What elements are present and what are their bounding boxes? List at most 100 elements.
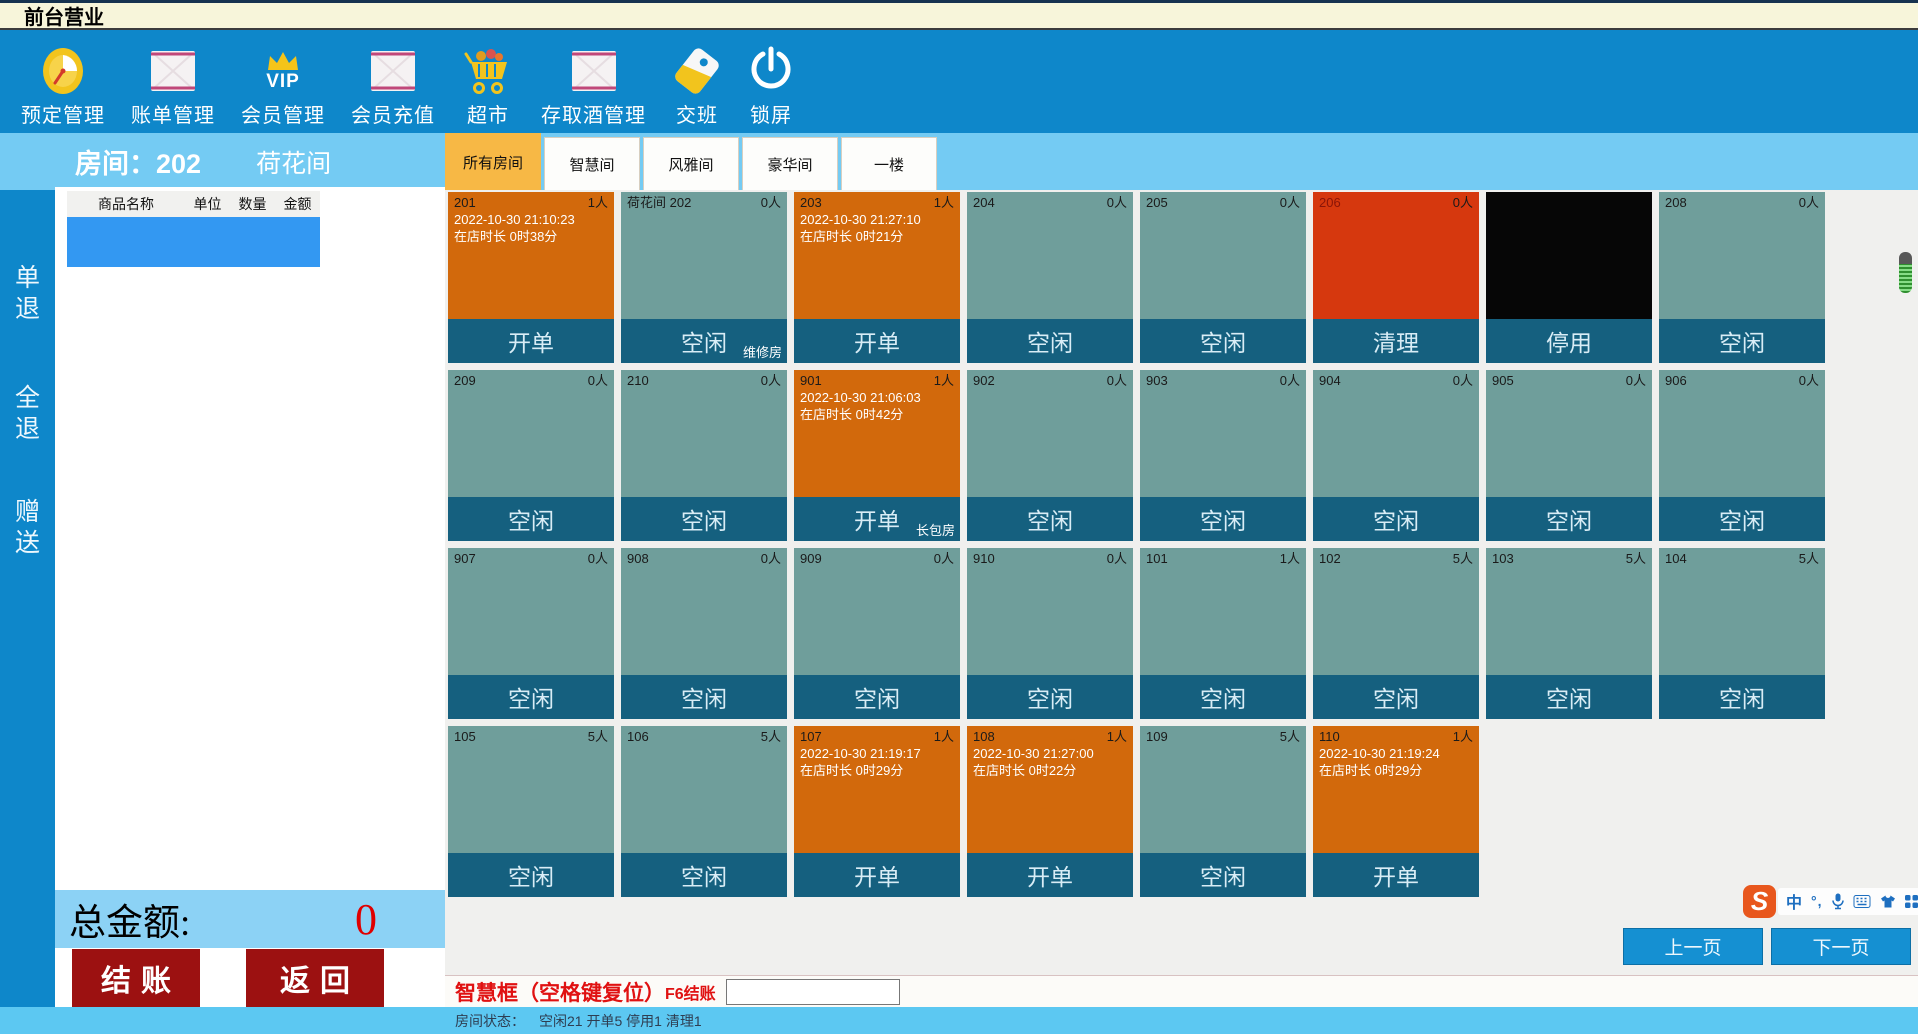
room-cell-103[interactable]: 1035人空闲 [1486, 548, 1652, 719]
current-room-name: 荷花间 [256, 144, 331, 180]
toolbar-item-power[interactable]: 锁屏 [735, 30, 807, 128]
room-cell-907[interactable]: 9070人空闲 [448, 548, 614, 719]
toolbar-item-tag[interactable]: 交班 [659, 30, 735, 128]
room-cell-106[interactable]: 106 5人空闲 [621, 726, 787, 897]
toolbar-item-recharge[interactable]: 会员充值 [338, 30, 448, 128]
room-status-footer: 开单 [794, 853, 960, 897]
room-number: 103 [1492, 551, 1514, 567]
room-cell-102[interactable]: 1025人空闲 [1313, 548, 1479, 719]
room-cell-104[interactable]: 1045人空闲 [1659, 548, 1825, 719]
room-cell-110[interactable]: 1101人2022-10-30 21:19:24在店时长 0时29分开单 [1313, 726, 1479, 897]
room-status-label: 空闲 [1546, 680, 1592, 714]
room-number: 208 [1665, 195, 1687, 211]
room-cell-204[interactable]: 2040人空闲 [967, 192, 1133, 363]
order-table-selected-row[interactable] [67, 217, 320, 267]
room-cell-108[interactable]: 1081人2022-10-30 21:27:00在店时长 0时22分开单 [967, 726, 1133, 897]
side-action-2[interactable]: 赠 送 [0, 497, 55, 559]
room-cell-body: 1081人2022-10-30 21:27:00在店时长 0时22分 [967, 726, 1133, 853]
vertical-scrollbar-thumb[interactable] [1899, 252, 1912, 293]
room-status-label: 空闲 [1200, 502, 1246, 536]
room-cell-203[interactable]: 2031人2022-10-30 21:27:10在店时长 0时21分开单 [794, 192, 960, 363]
room-cell-909[interactable]: 9090人空闲 [794, 548, 960, 719]
room-cell-205[interactable]: 2050人空闲 [1140, 192, 1306, 363]
room-cell-210[interactable]: 2100人空闲 [621, 370, 787, 541]
room-stay-duration: 在店时长 0时29分 [1319, 762, 1473, 779]
zh-icon[interactable]: 中 [1786, 889, 1802, 913]
room-cell-901[interactable]: 9011人2022-10-30 21:06:03在店时长 0时42分开单长包房 [794, 370, 960, 541]
room-cell-209[interactable]: 2090人空闲 [448, 370, 614, 541]
prev-page-button[interactable]: 上一页 [1623, 928, 1763, 965]
tab-3[interactable]: 豪华间 [742, 137, 838, 190]
room-cell-902[interactable]: 9020人空闲 [967, 370, 1133, 541]
room-cell-body: 9011人2022-10-30 21:06:03在店时长 0时42分 [794, 370, 960, 497]
room-checkin-time: 2022-10-30 21:19:17 [800, 745, 954, 762]
room-status-label: 空闲 [1373, 502, 1419, 536]
room-cell-208[interactable]: 2080人空闲 [1659, 192, 1825, 363]
scrollbar-grip [1899, 264, 1912, 293]
side-action-1[interactable]: 全 退 [0, 383, 55, 445]
skin-icon[interactable] [1880, 895, 1896, 908]
toolbar-item-bill[interactable]: 账单管理 [118, 30, 228, 128]
apps-icon[interactable] [1905, 895, 1918, 908]
recharge-icon [368, 38, 418, 104]
tab-4[interactable]: 一楼 [841, 137, 937, 190]
room-cell-body [1486, 192, 1652, 319]
ime-logo-icon[interactable]: S [1743, 885, 1776, 918]
toolbar-item-cart[interactable]: 超市 [448, 30, 528, 128]
next-page-button[interactable]: 下一页 [1771, 928, 1911, 965]
room-cell-903[interactable]: 9030人空闲 [1140, 370, 1306, 541]
side-action-0[interactable]: 单 退 [0, 263, 55, 325]
toolbar-item-clock[interactable]: 预定管理 [8, 30, 118, 128]
back-button[interactable]: 返回 [246, 949, 384, 1007]
room-cell-101[interactable]: 1011人空闲 [1140, 548, 1306, 719]
room-number: 907 [454, 551, 476, 567]
punct-icon[interactable]: °, [1811, 893, 1823, 909]
room-status-footer: 空闲 [1313, 497, 1479, 541]
room-tag: 维修房 [743, 342, 782, 361]
tab-1[interactable]: 智慧间 [544, 137, 640, 190]
room-status-label: 开单 [854, 502, 900, 536]
smart-box-input[interactable] [726, 979, 900, 1005]
room-cell-905[interactable]: 9050人空闲 [1486, 370, 1652, 541]
room-number: 206 [1319, 195, 1341, 211]
mic-icon[interactable] [1832, 893, 1844, 910]
toolbar-item-label: 存取酒管理 [541, 104, 646, 128]
room-cell-disabled[interactable]: 停用 [1486, 192, 1652, 363]
smart-box-label: 智慧框（空格键复位） [455, 977, 665, 1007]
order-panel: 商品名称单位数量金额 [55, 187, 445, 890]
room-cell-206[interactable]: 2060人清理 [1313, 192, 1479, 363]
room-cell-910[interactable]: 9100人空闲 [967, 548, 1133, 719]
room-person-count: 0人 [1453, 373, 1473, 389]
room-number: 106 [627, 729, 649, 745]
room-cell-201[interactable]: 2011人2022-10-30 21:10:23在店时长 0时38分开单 [448, 192, 614, 363]
room-number: 902 [973, 373, 995, 389]
room-status-footer: 空闲 [1659, 675, 1825, 719]
room-cell-body: 2080人 [1659, 192, 1825, 319]
room-cell-904[interactable]: 9040人空闲 [1313, 370, 1479, 541]
room-cell-908[interactable]: 9080人空闲 [621, 548, 787, 719]
room-status-label: 空闲 [681, 858, 727, 892]
room-status-footer: 空闲 [967, 319, 1133, 363]
toolbar-item-wine-box[interactable]: 存取酒管理 [528, 30, 659, 128]
room-cell-109[interactable]: 1095人空闲 [1140, 726, 1306, 897]
room-status-label: 空闲 [1027, 680, 1073, 714]
smart-box-row: 智慧框（空格键复位） F6结账 [445, 975, 1918, 1007]
tab-0[interactable]: 所有房间 [445, 133, 541, 190]
room-number: 107 [800, 729, 822, 745]
status-bar: 房间状态： 空闲21 开单5 停用1 清理1 [0, 1007, 1918, 1034]
checkout-button[interactable]: 结账 [72, 949, 200, 1007]
keyboard-icon[interactable] [1853, 895, 1871, 908]
room-cell-107[interactable]: 1071人2022-10-30 21:19:17在店时长 0时29分开单 [794, 726, 960, 897]
room-cell-202[interactable]: 荷花间 2020人空闲维修房 [621, 192, 787, 363]
tab-2[interactable]: 风雅间 [643, 137, 739, 190]
toolbar-item-vip[interactable]: VIP会员管理 [228, 30, 338, 128]
room-status-label: 空闲 [1719, 680, 1765, 714]
room-cell-906[interactable]: 9060人空闲 [1659, 370, 1825, 541]
room-stay-duration: 在店时长 0时21分 [800, 228, 954, 245]
room-cell-body: 1035人 [1486, 548, 1652, 675]
room-number: 908 [627, 551, 649, 567]
room-cell-105[interactable]: 1055人空闲 [448, 726, 614, 897]
room-person-count: 5人 [761, 729, 781, 745]
room-number: 210 [627, 373, 649, 389]
total-amount-band: 总金额: 0 [55, 890, 445, 948]
